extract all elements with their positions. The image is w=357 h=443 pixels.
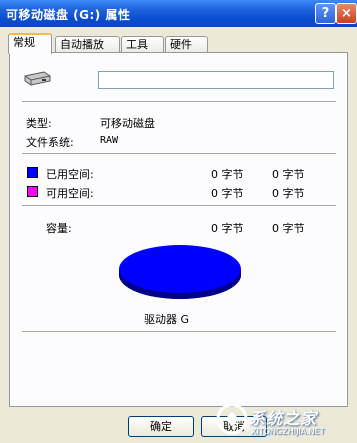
tab-general[interactable]: 常规 bbox=[8, 33, 52, 54]
volume-name-input[interactable] bbox=[98, 71, 334, 89]
watermark-url: XITONGZHIJIA.NET bbox=[251, 427, 325, 436]
free-space-swatch bbox=[27, 186, 38, 197]
type-label: 类型: bbox=[26, 117, 52, 130]
site-watermark: 系统之家 XITONGZHIJIA.NET bbox=[213, 395, 357, 443]
capacity-size: 0 字节 bbox=[272, 222, 305, 235]
filesystem-label: 文件系统: bbox=[26, 136, 74, 149]
free-space-size: 0 字节 bbox=[272, 187, 305, 200]
help-button[interactable]: ? bbox=[315, 3, 336, 24]
drive-label: 驱动器 G bbox=[144, 313, 190, 326]
type-value: 可移动磁盘 bbox=[100, 117, 155, 130]
used-space-bytes: 0 字节 bbox=[211, 168, 244, 181]
watermark-text: 系统之家 bbox=[249, 409, 318, 428]
window-title: 可移动磁盘 (G:) 属性 bbox=[6, 8, 131, 22]
separator bbox=[22, 153, 336, 155]
tab-autoplay[interactable]: 自动播放 bbox=[55, 36, 120, 52]
used-space-swatch bbox=[27, 167, 38, 178]
title-bar[interactable]: 可移动磁盘 (G:) 属性 ? × bbox=[0, 0, 357, 27]
used-space-label: 已用空间: bbox=[46, 168, 94, 181]
ok-button[interactable]: 确定 bbox=[128, 416, 194, 437]
properties-window: 可移动磁盘 (G:) 属性 ? × 常规 自动播放 工具 硬件 类型: 可移动磁… bbox=[0, 0, 357, 443]
free-space-label: 可用空间: bbox=[46, 187, 94, 200]
separator bbox=[22, 205, 336, 207]
capacity-bytes: 0 字节 bbox=[211, 222, 244, 235]
separator bbox=[22, 331, 336, 333]
removable-drive-icon bbox=[24, 71, 51, 86]
used-space-size: 0 字节 bbox=[272, 168, 305, 181]
disk-usage-pie bbox=[119, 245, 241, 299]
close-button[interactable]: × bbox=[336, 3, 357, 24]
tab-hardware[interactable]: 硬件 bbox=[165, 36, 208, 52]
capacity-label: 容量: bbox=[46, 222, 72, 235]
free-space-bytes: 0 字节 bbox=[211, 187, 244, 200]
tab-tools[interactable]: 工具 bbox=[121, 36, 164, 52]
separator bbox=[22, 101, 336, 103]
watermark-logo-icon bbox=[216, 403, 248, 435]
filesystem-value: RAW bbox=[100, 135, 119, 146]
